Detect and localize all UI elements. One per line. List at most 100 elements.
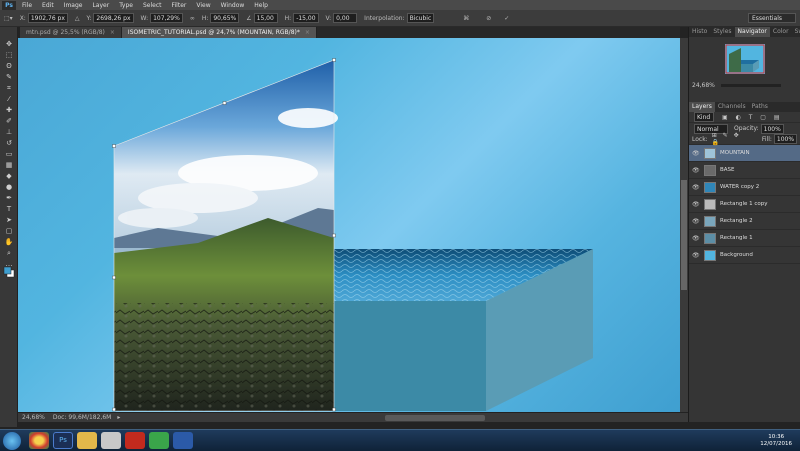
crop-tool-icon[interactable]: ⌗ [0,83,18,94]
layer-row[interactable]: 👁 Rectangle 2 [689,213,800,230]
opacity-field[interactable]: 100% [760,123,784,134]
navigator-zoom-value[interactable]: 24,68% [692,82,715,89]
pen-tool-icon[interactable]: ✒ [0,193,18,204]
shape-tool-icon[interactable]: ▢ [0,226,18,237]
tab-styles[interactable]: Styles [710,27,734,37]
tab-color[interactable]: Color [770,27,792,37]
close-icon[interactable]: × [305,29,310,36]
blur-tool-icon[interactable]: ◆ [0,171,18,182]
menu-type[interactable]: Type [119,2,133,9]
eye-icon[interactable]: 👁 [692,235,700,242]
x-group: X: 1902,76 px [20,13,68,23]
menu-layer[interactable]: Layer [92,2,109,9]
type-tool-icon[interactable]: T [0,204,18,215]
w-field[interactable]: 107,29% [150,13,183,23]
hskew-field[interactable]: -15,00 [293,13,319,23]
tab-layers[interactable]: Layers [689,102,715,112]
tab-label: ISOMETRIC_TUTORIAL.psd @ 24,7% (MOUNTAIN… [127,29,300,36]
workspace-select[interactable]: Essentials [748,13,796,23]
menu-image[interactable]: Image [64,2,83,9]
h-field[interactable]: 90,65% [210,13,240,23]
navigator-thumbnail[interactable] [724,44,765,74]
tab-mtn[interactable]: mtn.psd @ 25,5% (RGB/8) × [20,27,122,38]
tab-navigator[interactable]: Navigator [734,27,770,37]
word-icon[interactable] [173,432,193,449]
quick-select-tool-icon[interactable]: ✎ [0,72,18,83]
horizontal-scrollbar-thumb[interactable] [385,414,486,421]
healing-tool-icon[interactable]: ✚ [0,105,18,116]
eye-icon[interactable]: 👁 [692,252,700,259]
menu-window[interactable]: Window [221,2,245,9]
commit-transform-icon[interactable]: ✓ [504,15,509,22]
eye-icon[interactable]: 👁 [692,150,700,157]
tab-channels[interactable]: Channels [715,102,749,112]
link-icon[interactable]: △ [75,15,80,22]
marquee-tool-icon[interactable]: ⬚ [0,50,18,61]
layer-row[interactable]: 👁 Rectangle 1 copy [689,196,800,213]
gradient-tool-icon[interactable]: ▦ [0,160,18,171]
dodge-tool-icon[interactable]: ● [0,182,18,193]
menu-file[interactable]: File [22,2,32,9]
y-field[interactable]: 2698,26 px [93,13,134,23]
menu-help[interactable]: Help [254,2,268,9]
eraser-tool-icon[interactable]: ▭ [0,149,18,160]
move-tool-icon[interactable]: ✥ [0,39,18,50]
chain-icon[interactable]: ∞ [190,15,195,22]
layer-row[interactable]: 👁 WATER copy 2 [689,179,800,196]
calculator-icon[interactable] [101,432,121,449]
eye-icon[interactable]: 👁 [692,167,700,174]
status-menu-icon[interactable]: ▸ [117,414,120,421]
layer-row[interactable]: 👁 BASE [689,162,800,179]
color-swatches[interactable] [3,266,15,278]
tab-isometric[interactable]: ISOMETRIC_TUTORIAL.psd @ 24,7% (MOUNTAIN… [121,27,317,38]
layer-thumbnail [704,164,716,176]
angle-field[interactable]: 15,00 [253,13,278,23]
zoom-level[interactable]: 24,68% [22,414,45,421]
lock-icons[interactable]: ⊞ ✎ ✥ 🔒 [712,132,754,146]
eye-icon[interactable]: 👁 [692,201,700,208]
tab-swatches[interactable]: Swatch [792,27,800,37]
eye-icon[interactable]: 👁 [692,184,700,191]
layers-tabs: Layers Channels Paths [689,102,800,112]
eyedropper-tool-icon[interactable]: ⁄ [0,94,18,105]
tab-paths[interactable]: Paths [749,102,771,112]
hand-tool-icon[interactable]: ✋ [0,237,18,248]
filter-icons[interactable]: ▣ ◐ T ▢ ▤ [722,114,783,121]
menu-filter[interactable]: Filter [172,2,187,9]
photoshop-taskbar-icon[interactable]: Ps [53,432,73,449]
history-brush-icon[interactable]: ↺ [0,138,18,149]
menu-edit[interactable]: Edit [42,2,54,9]
layer-row[interactable]: 👁 Rectangle 1 [689,230,800,247]
layer-name: Background [720,252,753,258]
menu-select[interactable]: Select [143,2,162,9]
fill-field[interactable]: 100% [773,134,797,144]
tools-panel: ✥ ⬚ ʘ ✎ ⌗ ⁄ ✚ ✐ ⊥ ↺ ▭ ▦ ◆ ● ✒ T ➤ ▢ ✋ ⌕ … [0,27,18,427]
zoom-tool-icon[interactable]: ⌕ [0,248,18,259]
close-icon[interactable]: × [110,29,115,36]
acrobat-icon[interactable] [125,432,145,449]
app-icon[interactable] [149,432,169,449]
cancel-transform-icon[interactable]: ⊘ [486,15,491,22]
eye-icon[interactable]: 👁 [692,218,700,225]
document-canvas[interactable] [18,38,680,412]
layer-row[interactable]: 👁 Background [689,247,800,264]
interp-select[interactable]: Bicubic [406,13,435,23]
vskew-field[interactable]: 0,00 [333,13,358,23]
vertical-scrollbar-thumb[interactable] [681,180,687,290]
brush-tool-icon[interactable]: ✐ [0,116,18,127]
stamp-tool-icon[interactable]: ⊥ [0,127,18,138]
lasso-tool-icon[interactable]: ʘ [0,61,18,72]
foreground-color-swatch [3,266,12,275]
menu-view[interactable]: View [196,2,210,9]
layer-filter-kind[interactable]: Kind [694,112,714,122]
clock[interactable]: 10:36 12/07/2016 [760,434,792,448]
explorer-icon[interactable] [77,432,97,449]
tab-histogram[interactable]: Histo [689,27,710,37]
layer-row[interactable]: 👁 MOUNTAIN [689,145,800,162]
start-button[interactable] [3,431,21,450]
chrome-icon[interactable] [29,432,49,449]
x-field[interactable]: 1902,76 px [27,13,68,23]
path-select-tool-icon[interactable]: ➤ [0,215,18,226]
warp-icon[interactable]: ⌘ [463,15,469,22]
navigator-zoom-slider[interactable] [720,84,781,87]
